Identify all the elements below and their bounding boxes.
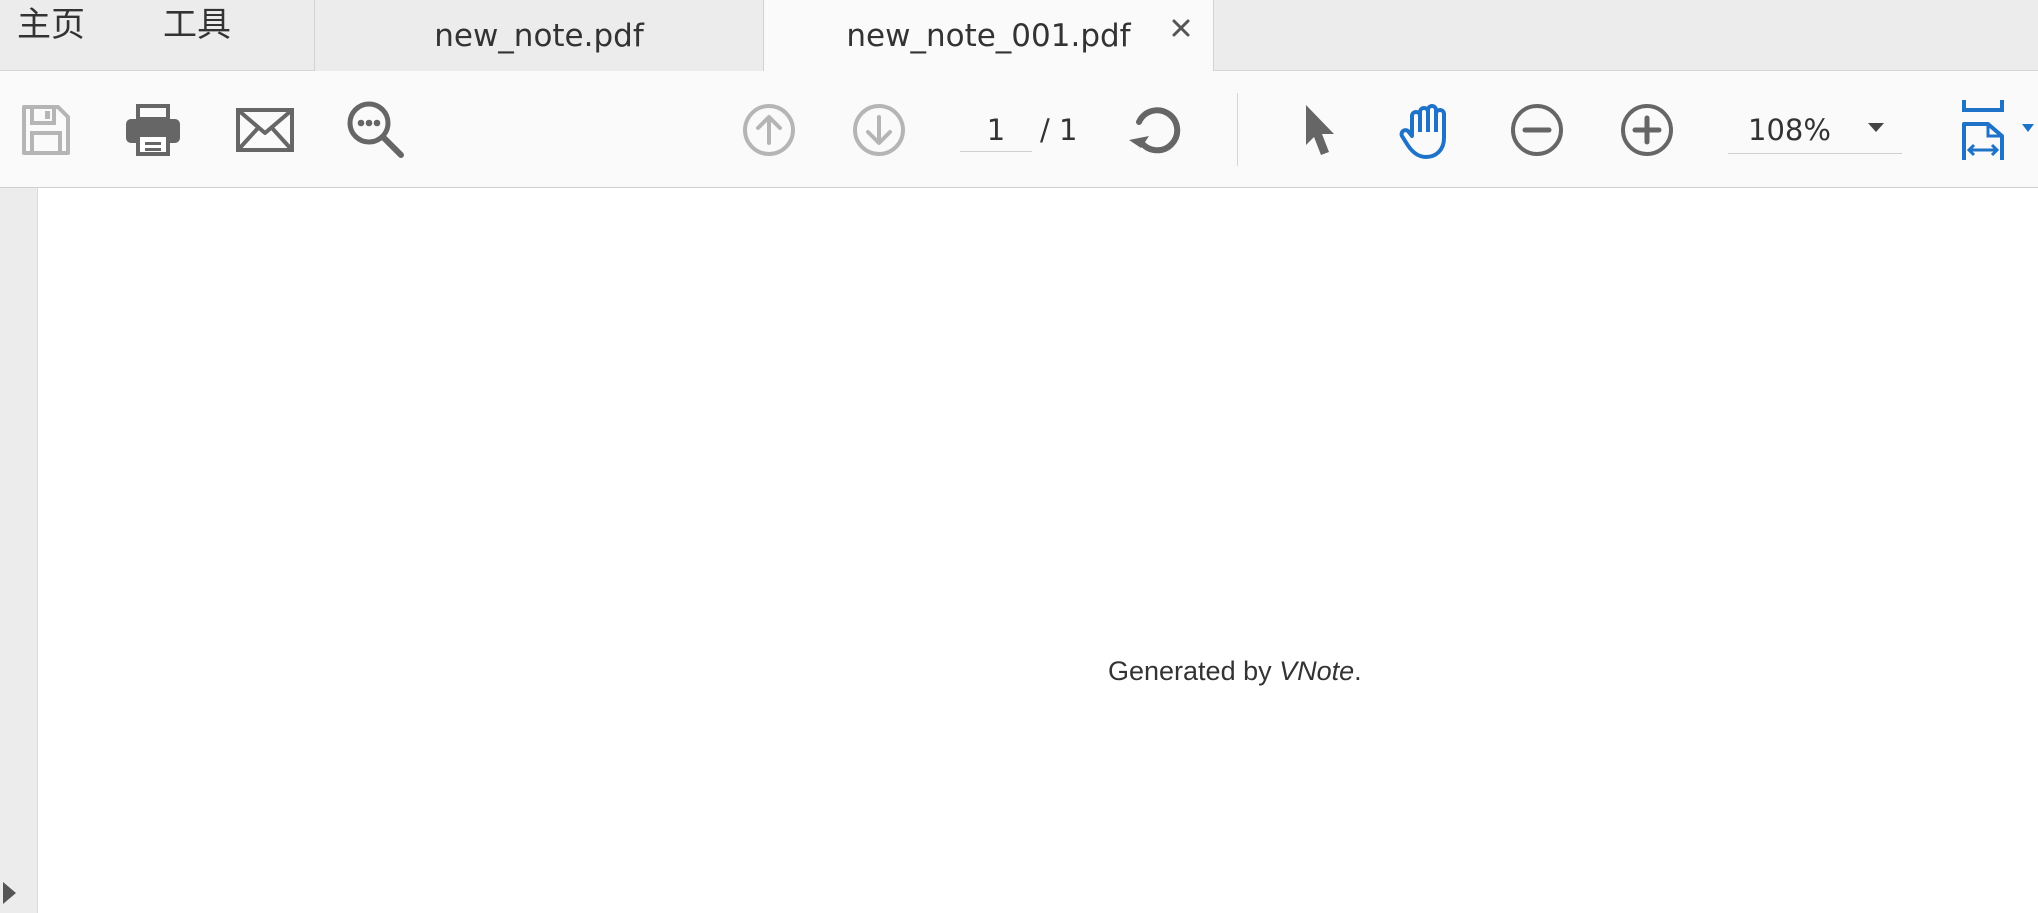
nav-home[interactable]: 主页 xyxy=(17,0,85,50)
print-button[interactable] xyxy=(122,71,184,188)
hand-tool-icon xyxy=(1398,100,1458,160)
tab-new-note-001[interactable]: new_note_001.pdf xyxy=(764,0,1214,72)
hand-tool-button[interactable] xyxy=(1396,71,1460,188)
save-icon xyxy=(18,103,72,157)
tab-new-note[interactable]: new_note.pdf xyxy=(314,0,764,71)
period-text: . xyxy=(1354,656,1362,686)
pdf-page[interactable] xyxy=(39,188,2038,913)
rotate-icon xyxy=(1127,102,1185,158)
page-number-input[interactable] xyxy=(960,108,1032,152)
toolbar-separator xyxy=(1237,93,1238,166)
previous-page-button[interactable] xyxy=(740,71,798,188)
generated-by-text: Generated by xyxy=(1108,656,1280,686)
page-total: / 1 xyxy=(1040,113,1078,147)
tab-bar: 主页 工具 new_note.pdf new_note_001.pdf xyxy=(0,0,2038,72)
next-page-button[interactable] xyxy=(850,71,908,188)
zoom-out-icon xyxy=(1509,102,1565,158)
left-panel-rail xyxy=(0,188,38,913)
nav-tools[interactable]: 工具 xyxy=(163,0,231,50)
chevron-down-icon xyxy=(1868,123,1884,132)
zoom-in-icon xyxy=(1619,102,1675,158)
save-button[interactable] xyxy=(14,71,76,188)
zoom-level-dropdown[interactable]: 108% xyxy=(1728,108,1902,154)
select-tool-button[interactable] xyxy=(1296,71,1344,188)
page-footer-text: Generated by VNote. xyxy=(1108,656,1362,687)
search-icon xyxy=(345,99,407,161)
fit-page-button[interactable] xyxy=(1956,71,2038,188)
vnote-brand-text: VNote xyxy=(1279,656,1355,686)
fit-page-icon xyxy=(1958,98,2036,162)
page-up-icon xyxy=(741,102,797,158)
zoom-out-button[interactable] xyxy=(1508,71,1566,188)
page-down-icon xyxy=(851,102,907,158)
select-arrow-icon xyxy=(1300,101,1340,159)
tab-label: new_note_001.pdf xyxy=(846,18,1131,54)
zoom-in-button[interactable] xyxy=(1618,71,1676,188)
email-button[interactable] xyxy=(233,71,297,188)
close-icon[interactable] xyxy=(1167,14,1195,42)
toolbar: / 1 xyxy=(0,71,2038,188)
email-icon xyxy=(235,107,295,153)
tab-label: new_note.pdf xyxy=(434,17,644,54)
search-button[interactable] xyxy=(343,71,409,188)
zoom-value: 108% xyxy=(1748,113,1831,147)
rotate-button[interactable] xyxy=(1126,71,1186,188)
print-icon xyxy=(124,103,182,157)
expand-panel-arrow-icon[interactable] xyxy=(3,882,16,904)
